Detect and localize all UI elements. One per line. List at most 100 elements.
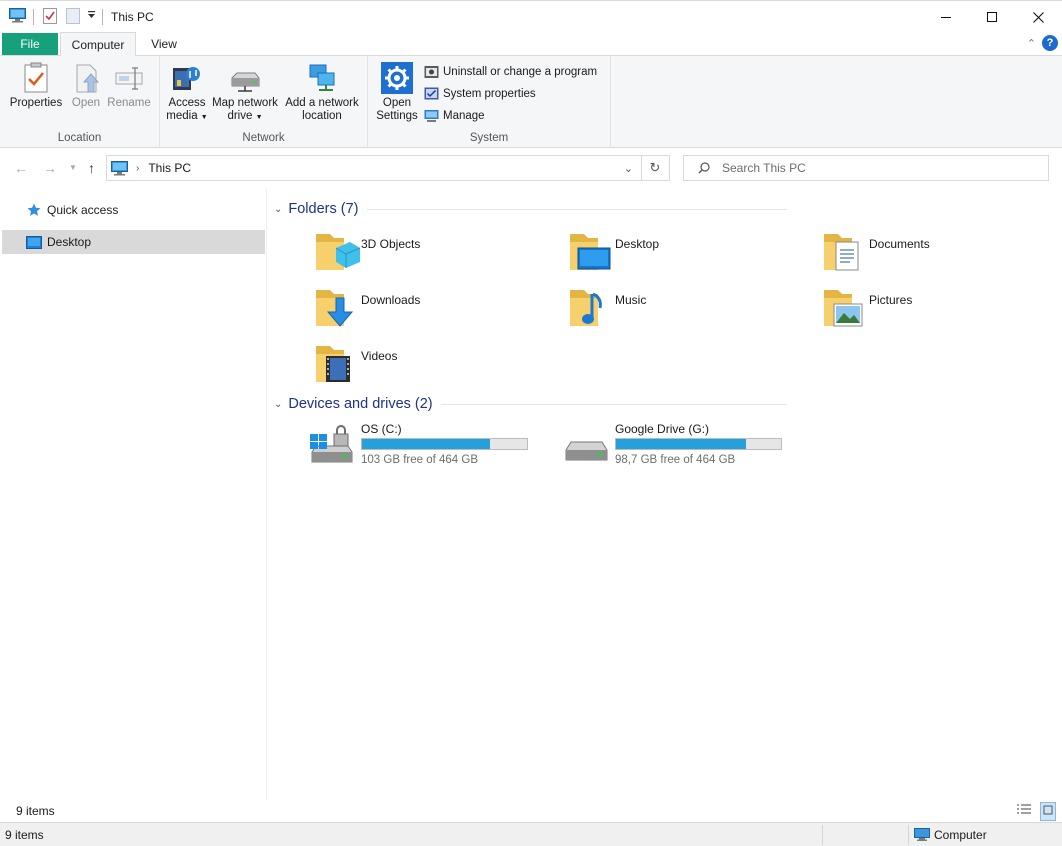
minimize-button[interactable]	[923, 1, 969, 33]
folder-item[interactable]: Downloads	[314, 284, 554, 334]
drive-item[interactable]: Google Drive (G:) 98,7 GB free of 464 GB	[562, 420, 812, 470]
collapse-ribbon-icon[interactable]: ⌃	[1027, 37, 1036, 50]
folder-item[interactable]: 3D Objects	[314, 228, 554, 278]
drive-usage-fill	[362, 439, 491, 449]
status-bar: 9 items	[0, 800, 1062, 822]
recent-locations-chevron-icon[interactable]: ▼	[69, 163, 77, 172]
rename-button[interactable]: Rename	[106, 62, 152, 110]
item-count: 9 items	[16, 804, 55, 818]
computer-icon	[914, 828, 930, 844]
folder-name: 3D Objects	[361, 237, 421, 251]
location-group-label: Location	[57, 132, 102, 144]
system-properties-icon	[424, 87, 439, 100]
folder-name: Videos	[361, 349, 398, 363]
folder-name: Documents	[869, 237, 930, 251]
star-icon	[26, 202, 42, 218]
refresh-button[interactable]: ↻	[641, 155, 670, 181]
gear-icon	[381, 62, 413, 94]
customize-quick-access-icon[interactable]	[87, 10, 96, 20]
new-folder-quick-icon[interactable]	[66, 8, 80, 24]
media-icon	[173, 67, 200, 90]
open-label: Open	[71, 97, 101, 109]
details-view-icon[interactable]	[1016, 803, 1032, 820]
large-icons-view-icon[interactable]	[1040, 802, 1056, 821]
properties-icon	[24, 62, 48, 93]
close-icon	[1032, 11, 1044, 23]
breadcrumb-this-pc[interactable]: This PC	[148, 161, 191, 175]
bottom-status-bar: 9 items Computer	[0, 822, 1062, 846]
breadcrumb-chevron-icon[interactable]: ›	[136, 163, 139, 174]
open-button[interactable]: Open	[66, 62, 106, 110]
nav-item-desktop[interactable]: Desktop	[2, 230, 265, 254]
manage-button[interactable]: Manage	[424, 108, 485, 123]
address-dropdown-icon[interactable]: ⌄	[624, 162, 633, 175]
drive-name: Google Drive (G:)	[615, 422, 710, 436]
nav-item-quick-access[interactable]: Quick access	[2, 198, 265, 222]
collapse-chevron-icon[interactable]: ⌄	[274, 204, 282, 215]
drive-icon	[565, 441, 608, 461]
folder-item[interactable]: Pictures	[822, 284, 1062, 334]
item-count-bottom: 9 items	[5, 828, 44, 842]
folders-group-header[interactable]: ⌄ Folders (7)	[274, 201, 787, 217]
properties-quick-icon[interactable]	[43, 8, 57, 24]
rename-icon	[115, 67, 143, 90]
close-button[interactable]	[1015, 1, 1061, 33]
properties-button[interactable]: Properties	[8, 62, 64, 110]
system-group-label: System	[469, 132, 509, 144]
ribbon-group-network: Access media ▼ Map network drive ▼ Add a…	[160, 56, 368, 148]
content-pane: ⌄ Folders (7) 3D Objects Desktop Documen…	[268, 188, 1062, 800]
address-bar[interactable]: › This PC ⌄	[106, 155, 642, 181]
drive-usage-fill	[616, 439, 746, 449]
uninstall-program-button[interactable]: Uninstall or change a program	[424, 64, 597, 79]
folder-item[interactable]: Music	[568, 284, 808, 334]
folder-name: Desktop	[615, 237, 660, 251]
folder-name: Pictures	[869, 293, 913, 307]
folder-item[interactable]: Videos	[314, 340, 554, 390]
this-pc-icon	[111, 160, 128, 175]
tab-view[interactable]: View	[140, 32, 188, 56]
help-icon[interactable]: ?	[1042, 35, 1058, 51]
tab-file[interactable]: File	[2, 33, 58, 55]
title-bar: This PC	[0, 0, 1062, 32]
access-media-button[interactable]: Access media ▼	[164, 62, 210, 124]
system-properties-button[interactable]: System properties	[424, 86, 536, 101]
windows-drive-icon	[310, 425, 353, 463]
map-network-drive-button[interactable]: Map network drive ▼	[208, 62, 282, 124]
maximize-button[interactable]	[969, 1, 1015, 33]
window-title: This PC	[111, 10, 154, 24]
folder-item[interactable]: Desktop	[568, 228, 808, 278]
manage-icon	[424, 110, 439, 122]
folder-item[interactable]: Documents	[822, 228, 1062, 278]
access-media-label-2: media	[166, 110, 198, 122]
nav-label-desktop: Desktop	[47, 235, 92, 249]
minimize-icon	[941, 17, 951, 18]
up-arrow-icon[interactable]: ↑	[88, 160, 95, 176]
dropdown-arrow-icon: ▼	[200, 114, 208, 121]
open-settings-label-2: Settings	[376, 110, 418, 122]
back-arrow-icon[interactable]: ←	[14, 160, 28, 176]
collapse-chevron-icon[interactable]: ⌄	[274, 399, 282, 410]
documents-folder-icon	[824, 234, 859, 271]
videos-folder-icon	[316, 346, 350, 382]
manage-label: Manage	[443, 109, 485, 122]
search-box[interactable]: Search This PC	[683, 155, 1049, 181]
3d-objects-folder-icon	[316, 234, 361, 270]
open-settings-button[interactable]: Open Settings	[374, 62, 420, 123]
folder-name: Downloads	[361, 293, 421, 307]
search-placeholder[interactable]: Search This PC	[722, 161, 806, 175]
network-location-icon	[309, 64, 335, 91]
uninstall-icon	[424, 66, 439, 78]
zone-label: Computer	[934, 828, 987, 842]
forward-arrow-icon[interactable]: →	[43, 160, 57, 176]
uninstall-label: Uninstall or change a program	[443, 65, 598, 78]
add-network-location-button[interactable]: Add a network location	[282, 62, 362, 123]
open-settings-label-1: Open	[382, 97, 412, 109]
address-row: ← → ▼ ↑ › This PC ⌄ ↻ Search This PC	[0, 148, 1062, 188]
drive-item[interactable]: OS (C:) 103 GB free of 464 GB	[308, 420, 558, 470]
system-properties-label: System properties	[443, 87, 536, 100]
dropdown-arrow-icon: ▼	[255, 114, 263, 121]
tab-computer[interactable]: Computer	[60, 32, 136, 57]
nav-label-quick-access: Quick access	[47, 203, 119, 217]
pictures-folder-icon	[824, 290, 863, 327]
drives-group-header[interactable]: ⌄ Devices and drives (2)	[274, 396, 786, 412]
